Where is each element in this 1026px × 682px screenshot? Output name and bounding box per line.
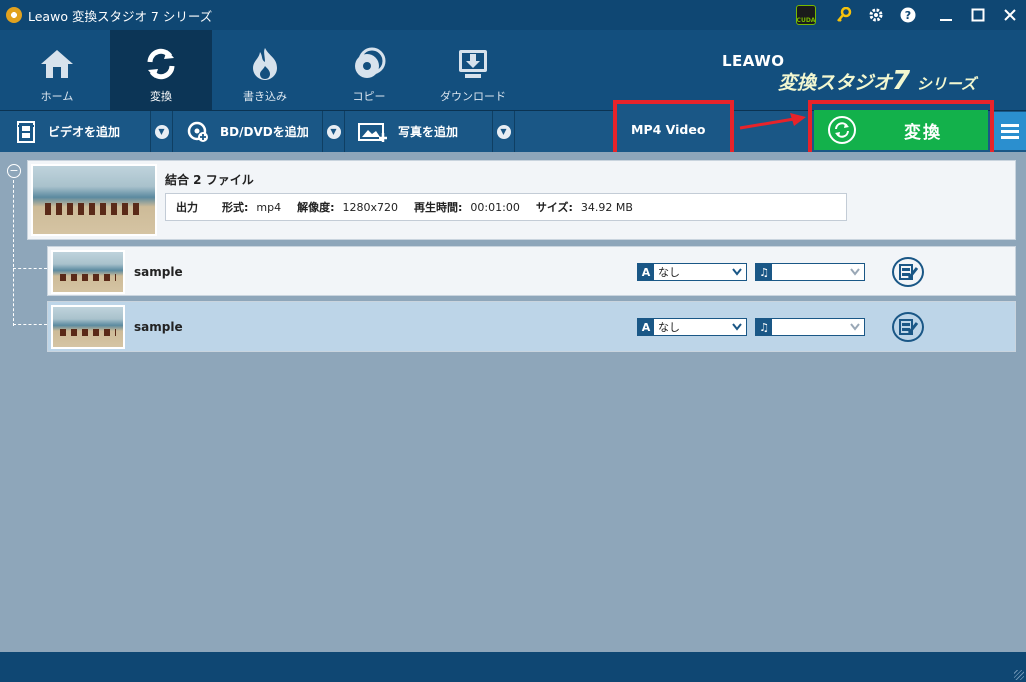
nav-copy[interactable]: コピー	[318, 30, 420, 110]
chevron-down-icon: ▼	[326, 124, 341, 139]
video-thumbnail	[31, 164, 157, 236]
add-disc-dropdown[interactable]: ▼	[322, 111, 344, 152]
tree-line	[13, 268, 47, 269]
music-note-icon: ♫	[756, 264, 772, 280]
subtitle-select[interactable]: A なし	[637, 318, 747, 336]
add-photo-dropdown[interactable]: ▼	[492, 111, 514, 152]
list-icon	[1001, 123, 1019, 127]
nav-download[interactable]: ダウンロード	[422, 30, 524, 110]
brand-logo: LEAWO	[722, 52, 785, 70]
file-name: sample	[134, 265, 183, 279]
nav-convert[interactable]: 変換	[110, 30, 212, 110]
output-info: 出力 形式: mp4 解像度: 1280x720 再生時間: 00:01:00 サイズ…	[165, 193, 847, 221]
key-icon[interactable]	[828, 0, 860, 30]
add-photo-button[interactable]: 写真を追加	[358, 111, 458, 152]
file-name: sample	[134, 320, 183, 334]
music-note-icon: ♫	[756, 319, 772, 335]
home-icon	[37, 46, 77, 82]
convert-button[interactable]: 変換	[814, 110, 988, 150]
merged-title: 結合 2 ファイル	[165, 173, 254, 187]
merged-file-card[interactable]: 結合 2 ファイル 出力 形式: mp4 解像度: 1280x720 再生時間: 00…	[27, 160, 1016, 240]
file-row[interactable]: sample A なし ♫	[47, 246, 1016, 296]
add-video-dropdown[interactable]: ▼	[150, 111, 172, 152]
download-icon	[453, 46, 493, 82]
chevron-down-icon	[849, 319, 861, 338]
gear-icon[interactable]	[860, 0, 892, 30]
annotation-arrow	[739, 113, 806, 130]
convert-icon	[828, 116, 856, 144]
disc-add-icon	[186, 120, 210, 144]
audio-track-select[interactable]: ♫	[755, 263, 865, 281]
file-list-area: − 結合 2 ファイル 出力 形式: mp4 解像度: 1280x720 再生時間:…	[0, 152, 1026, 652]
window-title: Leawo 変換スタジオ 7 シリーズ	[28, 8, 213, 24]
svg-text:?: ?	[905, 9, 911, 22]
film-icon	[14, 120, 38, 144]
photo-add-icon	[358, 120, 388, 144]
disc-copy-icon	[349, 46, 389, 82]
chevron-down-icon	[731, 319, 743, 338]
convert-icon	[141, 46, 181, 82]
subtitle-select[interactable]: A なし	[637, 263, 747, 281]
nav-burn[interactable]: 書き込み	[214, 30, 316, 110]
title-bar-controls: CUDA ?	[796, 0, 1026, 30]
main-nav: ホーム 変換 書き込み コピー ダウンロード LEAWO 変換スタジオ7 シリー…	[0, 30, 1026, 110]
audio-track-select[interactable]: ♫	[755, 318, 865, 336]
collapse-icon[interactable]: −	[7, 164, 21, 178]
chevron-down-icon	[731, 264, 743, 283]
status-bar	[0, 652, 1026, 682]
nav-home[interactable]: ホーム	[6, 30, 108, 110]
minimize-icon[interactable]	[930, 0, 962, 30]
output-format-selector[interactable]: MP4 Video	[613, 100, 734, 158]
video-thumbnail	[51, 305, 125, 349]
close-icon[interactable]	[994, 0, 1026, 30]
maximize-icon[interactable]	[962, 0, 994, 30]
flame-icon	[245, 46, 285, 82]
file-row[interactable]: sample A なし ♫	[47, 301, 1016, 352]
subtitle-icon: A	[638, 264, 654, 280]
chevron-down-icon: ▼	[154, 124, 169, 139]
edit-video-icon[interactable]	[892, 257, 924, 287]
video-thumbnail	[51, 250, 125, 294]
app-logo-icon	[6, 7, 22, 23]
chevron-down-icon	[849, 264, 861, 283]
resize-grip-icon[interactable]	[1014, 670, 1024, 680]
edit-video-icon[interactable]	[892, 312, 924, 342]
help-icon[interactable]: ?	[892, 0, 924, 30]
tree-line	[13, 324, 47, 325]
chevron-down-icon: ▼	[496, 124, 511, 139]
subtitle-icon: A	[638, 319, 654, 335]
cuda-icon: CUDA	[796, 5, 816, 25]
add-disc-button[interactable]: BD/DVDを追加	[186, 111, 309, 152]
brand-title: 変換スタジオ7 シリーズ	[778, 66, 976, 96]
title-bar: Leawo 変換スタジオ 7 シリーズ CUDA ?	[0, 0, 1026, 30]
add-video-button[interactable]: ビデオを追加	[14, 111, 120, 152]
tree-line	[13, 180, 14, 326]
layout-toggle-button[interactable]	[994, 112, 1026, 150]
